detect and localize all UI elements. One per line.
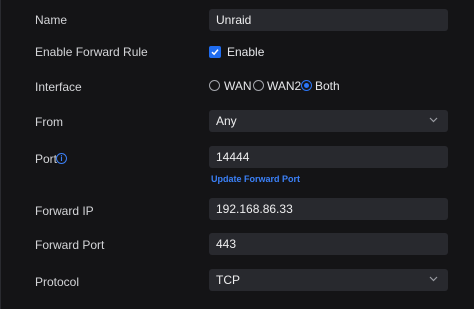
radio-both-label: Both — [315, 79, 340, 93]
name-label: Name — [35, 13, 68, 27]
info-icon[interactable]: i — [56, 153, 67, 164]
forward-port-label: Forward Port — [35, 238, 105, 252]
forward-ip-label: Forward IP — [35, 204, 94, 218]
enable-checkbox[interactable] — [209, 46, 221, 58]
port-forward-form: Name Unraid Enable Forward Rule Enable I… — [0, 0, 474, 309]
from-select[interactable]: Any — [209, 110, 448, 132]
from-select-value: Any — [216, 114, 237, 128]
forward-ip-input[interactable]: 192.168.86.33 — [209, 198, 448, 220]
enable-checkbox-label: Enable — [227, 45, 265, 59]
port-label: Port — [35, 152, 58, 166]
interface-label: Interface — [35, 80, 82, 94]
protocol-select[interactable]: TCP — [209, 269, 448, 291]
from-label: From — [35, 115, 63, 129]
radio-wan2[interactable] — [253, 80, 264, 91]
protocol-select-value: TCP — [216, 273, 240, 287]
chevron-down-icon — [429, 117, 438, 123]
forward-port-input[interactable]: 443 — [209, 233, 448, 255]
port-input[interactable]: 14444 — [209, 146, 448, 168]
name-input[interactable]: Unraid — [209, 9, 448, 31]
checkmark-icon — [211, 49, 219, 56]
radio-wan[interactable] — [209, 80, 220, 91]
radio-wan2-label: WAN2 — [267, 79, 302, 93]
radio-both[interactable] — [301, 80, 312, 91]
update-forward-port-link[interactable]: Update Forward Port — [211, 174, 300, 185]
protocol-label: Protocol — [35, 275, 80, 289]
radio-wan-label: WAN — [224, 79, 252, 93]
chevron-down-icon — [429, 276, 438, 282]
left-divider — [0, 0, 1, 309]
enable-forward-rule-label: Enable Forward Rule — [35, 45, 148, 59]
